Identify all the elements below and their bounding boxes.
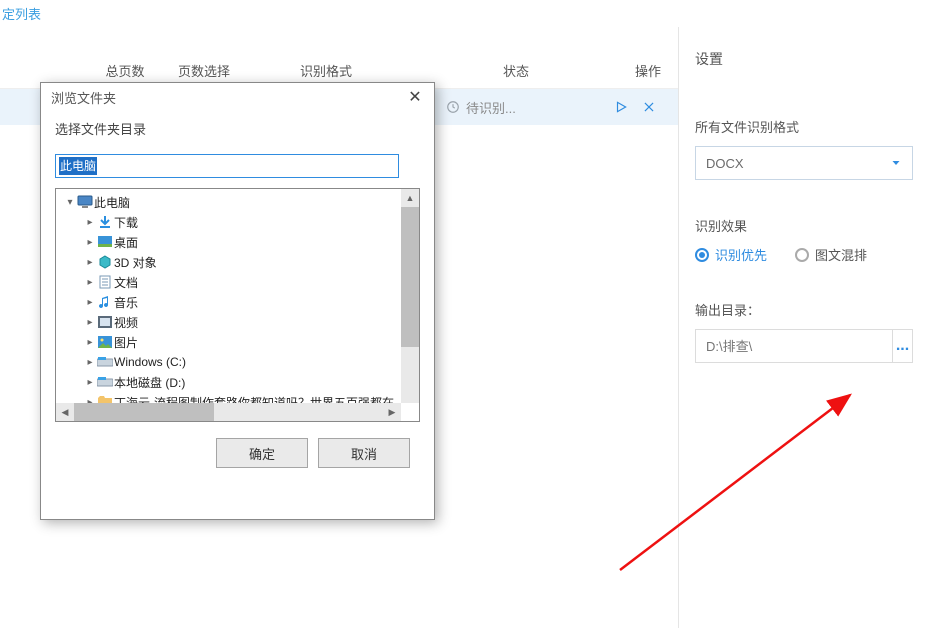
expand-icon[interactable]: ▸ bbox=[84, 337, 96, 348]
tree-item-videos[interactable]: ▸ 视频 bbox=[56, 312, 419, 332]
ok-button[interactable]: 确定 bbox=[216, 438, 308, 468]
tree-item-downloads[interactable]: ▸ 下载 bbox=[56, 212, 419, 232]
scroll-right-arrow-icon[interactable]: ▶ bbox=[383, 403, 401, 421]
scroll-up-arrow-icon[interactable]: ▲ bbox=[401, 189, 419, 207]
tree-label: 3D 对象 bbox=[114, 254, 157, 271]
dialog-title: 浏览文件夹 bbox=[51, 88, 116, 107]
music-icon bbox=[96, 294, 114, 310]
format-block: 所有文件识别格式 DOCX bbox=[695, 117, 913, 180]
status-text: 待识别... bbox=[466, 98, 516, 117]
th-total-pages: 总页数 bbox=[90, 61, 160, 80]
collapse-icon[interactable]: ▾ bbox=[64, 197, 76, 208]
radio-dot-icon bbox=[795, 248, 809, 262]
scroll-left-arrow-icon[interactable]: ◀ bbox=[56, 403, 74, 421]
th-action: 操作 bbox=[618, 61, 678, 80]
close-icon[interactable] bbox=[642, 100, 656, 114]
path-value-selected: 此电脑 bbox=[59, 157, 97, 175]
horizontal-scrollbar[interactable]: ◀ ▶ bbox=[56, 403, 401, 421]
tree-label: 视频 bbox=[114, 314, 138, 331]
tree-label: 本地磁盘 (D:) bbox=[114, 374, 185, 391]
outdir-block: 输出目录： ... bbox=[695, 300, 913, 363]
radio-priority[interactable]: 识别优先 bbox=[695, 245, 767, 264]
outdir-input[interactable] bbox=[695, 329, 892, 363]
tree-item-desktop[interactable]: ▸ 桌面 bbox=[56, 232, 419, 252]
drive-icon bbox=[96, 374, 114, 390]
play-icon[interactable] bbox=[614, 100, 628, 114]
tree-item-music[interactable]: ▸ 音乐 bbox=[56, 292, 419, 312]
hscroll-thumb[interactable] bbox=[74, 403, 214, 421]
document-icon bbox=[96, 274, 114, 290]
settings-panel: 设置 所有文件识别格式 DOCX 识别效果 识别优先 图文混排 bbox=[679, 27, 929, 628]
tree-label: 音乐 bbox=[114, 294, 138, 311]
vertical-scrollbar[interactable]: ▲ bbox=[401, 189, 419, 403]
format-dropdown[interactable]: DOCX bbox=[695, 146, 913, 180]
scroll-thumb[interactable] bbox=[401, 207, 419, 347]
tree-item-local-d[interactable]: ▸ 本地磁盘 (D:) bbox=[56, 372, 419, 392]
cancel-button[interactable]: 取消 bbox=[318, 438, 410, 468]
drive-icon bbox=[96, 354, 114, 370]
desktop-icon bbox=[96, 234, 114, 250]
download-icon bbox=[96, 214, 114, 230]
clock-icon bbox=[446, 100, 460, 114]
radio-priority-label: 识别优先 bbox=[715, 245, 767, 264]
path-input[interactable]: 此电脑 bbox=[55, 154, 399, 178]
computer-icon bbox=[76, 194, 94, 210]
chevron-down-icon bbox=[890, 157, 902, 169]
tree-label: 此电脑 bbox=[94, 194, 130, 211]
expand-icon[interactable]: ▸ bbox=[84, 377, 96, 388]
tree-item-windows-c[interactable]: ▸ Windows (C:) bbox=[56, 352, 419, 372]
outdir-browse-button[interactable]: ... bbox=[892, 329, 913, 363]
tree-label: 桌面 bbox=[114, 234, 138, 251]
tree-label: Windows (C:) bbox=[114, 355, 186, 369]
tree-item-documents[interactable]: ▸ 文档 bbox=[56, 272, 419, 292]
status-cell: 待识别... bbox=[446, 98, 586, 117]
radio-mixed[interactable]: 图文混排 bbox=[795, 245, 867, 264]
scroll-track[interactable] bbox=[401, 207, 419, 403]
dialog-subtitle: 选择文件夹目录 bbox=[55, 119, 420, 138]
video-icon bbox=[96, 314, 114, 330]
th-page-select: 页数选择 bbox=[160, 61, 248, 80]
dialog-close-button[interactable]: ✕ bbox=[406, 87, 424, 107]
tree-item-3d-objects[interactable]: ▸ 3D 对象 bbox=[56, 252, 419, 272]
picture-icon bbox=[96, 334, 114, 350]
expand-icon[interactable]: ▸ bbox=[84, 217, 96, 228]
format-value: DOCX bbox=[706, 156, 744, 171]
quality-radio-group: 识别优先 图文混排 bbox=[695, 245, 913, 264]
expand-icon[interactable]: ▸ bbox=[84, 277, 96, 288]
format-label: 所有文件识别格式 bbox=[695, 117, 913, 136]
quality-label: 识别效果 bbox=[695, 216, 913, 235]
expand-icon[interactable]: ▸ bbox=[84, 237, 96, 248]
expand-icon[interactable]: ▸ bbox=[84, 257, 96, 268]
tree-item-pictures[interactable]: ▸ 图片 bbox=[56, 332, 419, 352]
radio-dot-icon bbox=[695, 248, 709, 262]
cube-icon bbox=[96, 254, 114, 270]
expand-icon[interactable]: ▸ bbox=[84, 297, 96, 308]
expand-icon[interactable]: ▸ bbox=[84, 317, 96, 328]
tree-label: 图片 bbox=[114, 334, 138, 351]
expand-icon[interactable]: ▸ bbox=[84, 357, 96, 368]
tree-label: 下载 bbox=[114, 214, 138, 231]
folder-tree: ▾ 此电脑 ▸ 下载 ▸ 桌面 ▸ 3D 对象 bbox=[55, 188, 420, 422]
folder-browse-dialog: 浏览文件夹 ✕ 选择文件夹目录 此电脑 ▾ 此电脑 ▸ 下载 ▸ bbox=[40, 82, 435, 520]
radio-mixed-label: 图文混排 bbox=[815, 245, 867, 264]
tree-item-this-pc[interactable]: ▾ 此电脑 bbox=[56, 192, 419, 212]
th-status: 状态 bbox=[456, 61, 576, 80]
tree-label: 文档 bbox=[114, 274, 138, 291]
settings-title: 设置 bbox=[695, 49, 913, 69]
th-format: 识别格式 bbox=[276, 61, 376, 80]
outdir-label: 输出目录： bbox=[695, 300, 913, 319]
quality-block: 识别效果 识别优先 图文混排 bbox=[695, 216, 913, 264]
top-tab[interactable]: 定列表 bbox=[0, 0, 929, 27]
action-cell bbox=[614, 100, 656, 114]
